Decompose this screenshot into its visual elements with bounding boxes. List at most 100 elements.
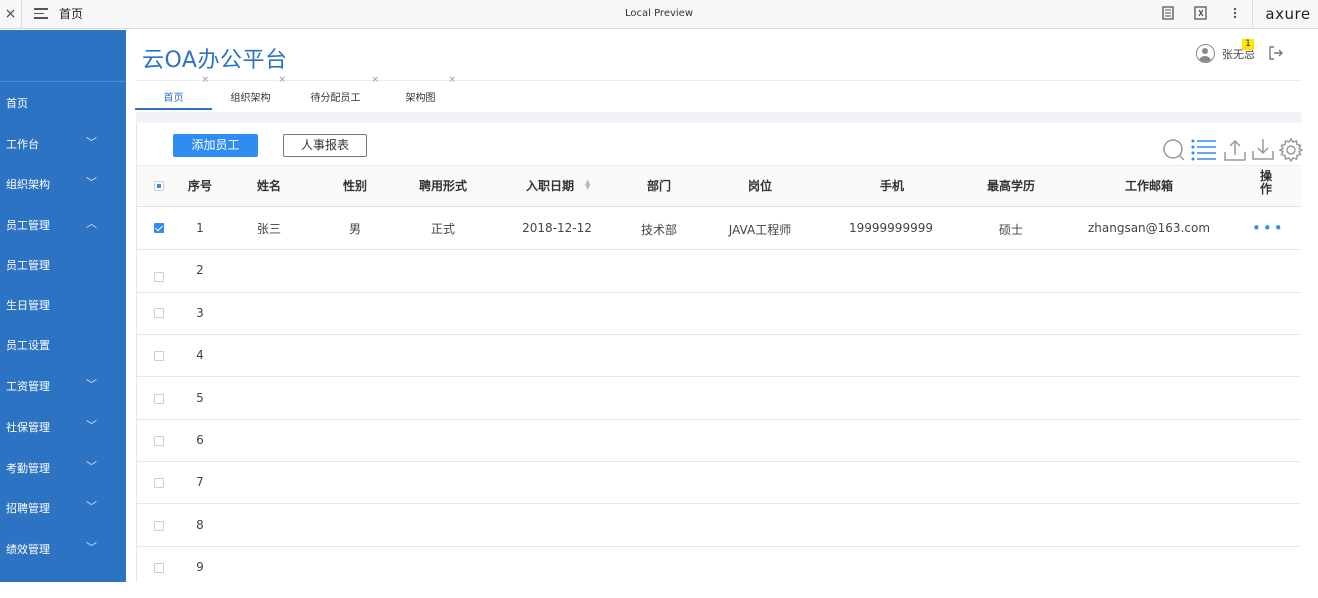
logout-icon[interactable] [1268, 45, 1284, 64]
sidebar-logo-area [0, 30, 126, 82]
column-header-gender: 性别 [342, 179, 367, 193]
row-divider [137, 503, 1301, 504]
row-checkbox[interactable] [154, 351, 164, 361]
tab-label: 组织架构 [230, 93, 271, 104]
close-icon[interactable]: × [448, 74, 456, 86]
tab-label: 待分配员工 [310, 93, 361, 104]
column-list-icon[interactable] [1191, 138, 1216, 162]
menu-icon[interactable] [34, 8, 48, 20]
chevron-down-icon: ﹀ [86, 136, 97, 149]
cell-index: 4 [196, 348, 204, 362]
cell-name: 张三 [256, 222, 281, 236]
cell-index: 2 [196, 263, 204, 277]
toolbar-divider [1252, 0, 1253, 29]
more-options-icon[interactable] [1227, 6, 1243, 22]
chevron-down-icon: ﹀ [86, 419, 97, 432]
settings-gear-icon[interactable] [1278, 137, 1304, 163]
chevron-down-icon: ﹀ [86, 378, 97, 391]
column-header-name: 姓名 [256, 179, 281, 193]
sidebar-item-home[interactable]: 首页 [0, 92, 126, 112]
tab-org[interactable]: 组织架构 × [212, 75, 289, 110]
search-icon[interactable] [1162, 138, 1186, 162]
close-icon[interactable]: × [278, 74, 286, 86]
tab-strip-bottom [136, 112, 1301, 123]
tab-org-chart[interactable]: 架构图 × [382, 75, 459, 110]
sidebar-item-label: 员工管理 [6, 259, 50, 272]
row-checkbox[interactable] [154, 436, 164, 446]
sidebar-item-label: 考勤管理 [6, 462, 50, 475]
notes-icon[interactable] [1160, 6, 1176, 22]
header-divider [136, 80, 1301, 81]
row-checkbox[interactable] [154, 308, 164, 318]
close-icon[interactable]: × [201, 74, 209, 86]
chevron-down-icon: ﹀ [86, 460, 97, 473]
sort-icon[interactable]: ▲ ▼ [585, 179, 590, 191]
sidebar-item-attendance[interactable]: 考勤管理 ﹀ [0, 457, 126, 477]
sidebar-item-label: 工作台 [6, 138, 39, 151]
sidebar-item-label: 首页 [6, 97, 28, 110]
preview-title: Local Preview [624, 8, 694, 19]
sidebar-item-label: 绩效管理 [6, 543, 50, 556]
sidebar-item-employee-mgmt[interactable]: 员工管理 ︿ [0, 214, 126, 234]
column-header-email: 工作邮箱 [1124, 179, 1173, 193]
cell-email: zhangsan@163.com [1087, 221, 1211, 235]
cell-dept: 技术部 [640, 223, 677, 237]
sidebar-item-org[interactable]: 组织架构 ﹀ [0, 173, 126, 193]
sidebar-item-label: 社保管理 [6, 421, 50, 434]
user-avatar-icon[interactable] [1196, 44, 1215, 63]
adaptive-view-icon[interactable] [1193, 6, 1209, 22]
sidebar-item-social-security[interactable]: 社保管理 ﹀ [0, 416, 126, 436]
sidebar-item-label: 工资管理 [6, 380, 50, 393]
cell-hire-date: 2018-12-12 [522, 221, 592, 235]
download-icon[interactable] [1251, 137, 1275, 161]
tab-home[interactable]: 首页 × [135, 75, 212, 110]
sidebar-item-label: 招聘管理 [6, 502, 50, 515]
sidebar-item-workbench[interactable]: 工作台 ﹀ [0, 133, 126, 153]
row-divider [137, 461, 1301, 462]
row-checkbox[interactable] [154, 394, 164, 404]
column-header-actions: 操作 [1259, 169, 1272, 196]
row-checkbox[interactable] [154, 478, 164, 488]
close-icon[interactable]: × [0, 0, 22, 29]
more-actions-icon[interactable]: ••• [1252, 221, 1285, 236]
sidebar-item-label: 生日管理 [6, 299, 50, 312]
cell-index: 7 [196, 475, 204, 489]
row-checkbox[interactable] [154, 223, 164, 233]
row-divider [137, 334, 1301, 335]
row-divider [137, 249, 1301, 250]
cell-index: 1 [196, 221, 204, 235]
cell-index: 5 [196, 391, 204, 405]
app-title: 云OA办公平台 [142, 48, 288, 73]
close-icon[interactable]: × [371, 74, 379, 86]
row-checkbox[interactable] [154, 563, 164, 573]
row-divider [137, 419, 1301, 420]
row-checkbox[interactable] [154, 521, 164, 531]
cell-index: 6 [196, 433, 204, 447]
select-all-checkbox[interactable] [154, 181, 164, 191]
sidebar-subitem-employees[interactable]: 员工管理 [0, 254, 126, 274]
column-header-position: 岗位 [747, 179, 772, 193]
cell-position: JAVA工程师 [728, 223, 792, 237]
tab-unassigned[interactable]: 待分配员工 × [289, 75, 382, 110]
column-header-hire-date[interactable]: 入职日期 [517, 177, 583, 194]
notification-badge[interactable]: 1 [1242, 39, 1254, 50]
hr-report-button[interactable]: 人事报表 [283, 134, 367, 157]
sidebar-item-salary[interactable]: 工资管理 ﹀ [0, 375, 126, 395]
row-checkbox[interactable] [154, 272, 164, 282]
sidebar-item-label: 组织架构 [6, 178, 50, 191]
cell-index: 8 [196, 518, 204, 532]
axure-logo: axure [1265, 5, 1311, 23]
sidebar-subitem-birthdays[interactable]: 生日管理 [0, 294, 126, 314]
upload-icon[interactable] [1223, 138, 1247, 162]
current-page-label[interactable]: 首页 [59, 0, 83, 28]
cell-index: 3 [196, 306, 204, 320]
sidebar-item-label: 员工设置 [6, 339, 50, 352]
chevron-down-icon: ﹀ [86, 176, 97, 189]
sidebar-item-performance[interactable]: 绩效管理 ﹀ [0, 538, 126, 558]
column-header-dept: 部门 [646, 179, 671, 193]
add-employee-button[interactable]: 添加员工 [173, 134, 258, 157]
cell-index: 9 [196, 560, 204, 574]
sidebar-subitem-settings[interactable]: 员工设置 [0, 334, 126, 354]
tab-label: 架构图 [405, 93, 436, 104]
sidebar-item-recruitment[interactable]: 招聘管理 ﹀ [0, 497, 126, 517]
